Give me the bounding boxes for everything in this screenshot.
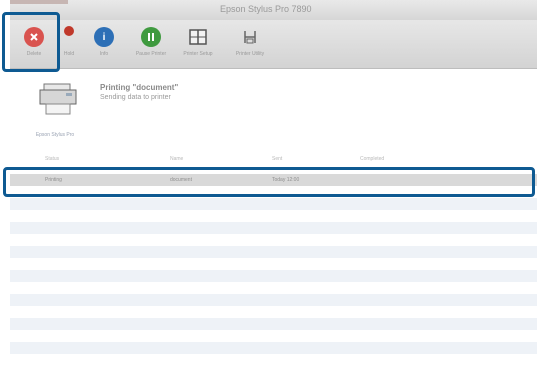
empty-row xyxy=(10,198,537,210)
pause-icon xyxy=(141,27,161,47)
job-table: Status Name Sent Completed Printing docu… xyxy=(10,152,537,367)
title-bar: Epson Stylus Pro 7890 xyxy=(10,0,537,21)
empty-row xyxy=(10,294,537,306)
job-status-subtitle: Sending data to printer xyxy=(100,94,171,101)
column-header-name[interactable]: Name xyxy=(170,156,183,162)
toolbar: Delete Hold i Info Pause Printer Printer… xyxy=(10,20,537,69)
hold-button[interactable]: Hold xyxy=(54,20,84,68)
job-status-title: Printing "document" xyxy=(100,83,179,92)
empty-row xyxy=(10,210,537,222)
empty-row xyxy=(10,234,537,246)
printer-setup-button[interactable]: Printer Setup xyxy=(176,20,220,68)
hold-label: Hold xyxy=(63,51,75,57)
delete-icon xyxy=(24,27,44,47)
table-header: Status Name Sent Completed xyxy=(10,152,537,166)
hold-icon xyxy=(64,26,74,36)
printer-utility-button[interactable]: Printer Utility xyxy=(222,20,278,68)
print-queue-window: Epson Stylus Pro 7890 Delete Hold i Info… xyxy=(10,0,537,367)
delete-label: Delete xyxy=(26,51,42,57)
row-name: document xyxy=(170,177,192,183)
empty-row xyxy=(10,186,537,198)
row-sent: Today 12:00 xyxy=(272,177,300,183)
pause-printer-label: Pause Printer xyxy=(135,51,167,57)
empty-row xyxy=(10,282,537,294)
info-icon: i xyxy=(94,27,114,47)
printer-utility-label: Printer Utility xyxy=(235,51,265,57)
empty-row xyxy=(10,222,537,234)
empty-row xyxy=(10,318,537,330)
empty-row xyxy=(10,342,537,354)
table-row[interactable]: Printing document Today 12:00 xyxy=(10,174,537,186)
empty-row xyxy=(10,270,537,282)
row-status: Printing xyxy=(45,177,62,183)
empty-row xyxy=(10,246,537,258)
printer-setup-label: Printer Setup xyxy=(183,51,213,57)
empty-row xyxy=(10,354,537,366)
window-controls[interactable] xyxy=(10,0,68,4)
printer-image xyxy=(38,82,80,118)
column-header-completed[interactable]: Completed xyxy=(360,156,384,162)
delete-button[interactable]: Delete xyxy=(16,20,52,68)
settings-icon xyxy=(188,27,208,47)
empty-row xyxy=(10,258,537,270)
window-title: Epson Stylus Pro 7890 xyxy=(220,4,312,14)
column-header-status[interactable]: Status xyxy=(45,156,59,162)
printer-name-caption: Epson Stylus Pro xyxy=(35,132,75,138)
utility-icon xyxy=(240,27,260,47)
empty-row xyxy=(10,330,537,342)
info-button[interactable]: i Info xyxy=(82,20,126,68)
pause-printer-button[interactable]: Pause Printer xyxy=(128,20,174,68)
empty-row xyxy=(10,306,537,318)
info-label: Info xyxy=(99,51,109,57)
column-header-sent[interactable]: Sent xyxy=(272,156,282,162)
